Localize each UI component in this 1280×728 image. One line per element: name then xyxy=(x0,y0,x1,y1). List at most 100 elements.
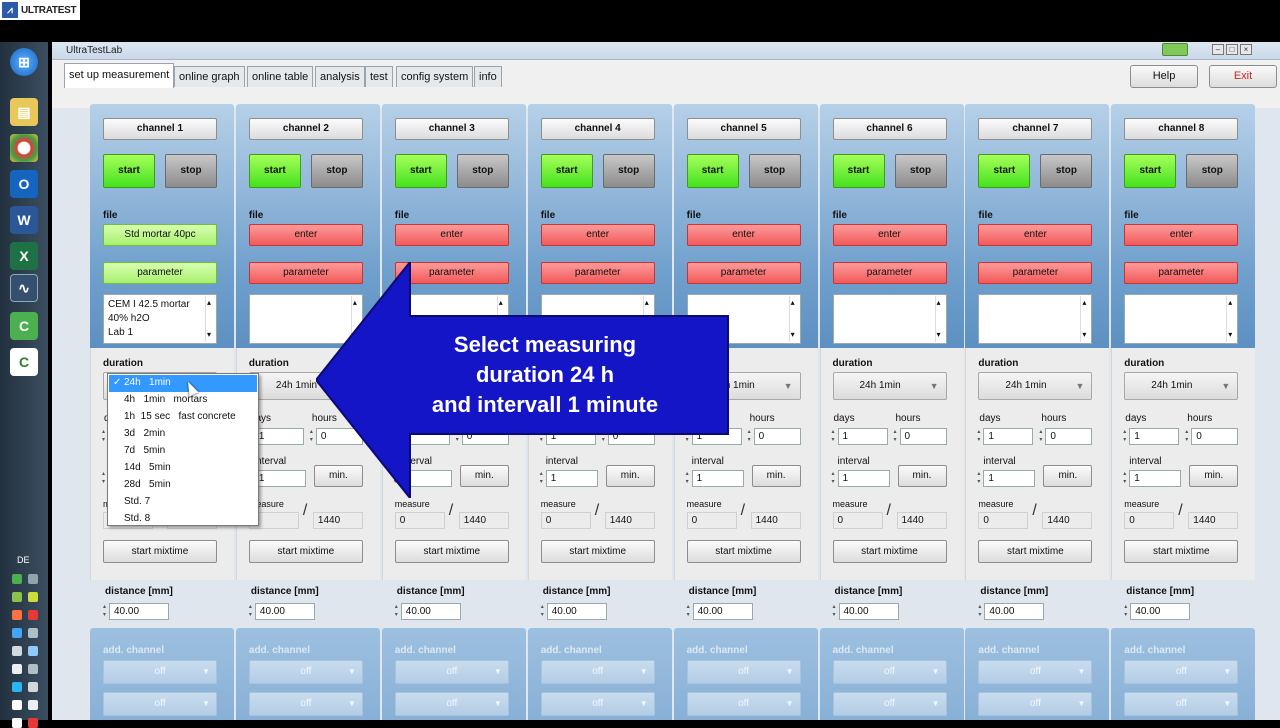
interval-input[interactable]: 1 xyxy=(837,470,890,487)
speaker-icon[interactable] xyxy=(28,628,38,638)
add-channel-select[interactable]: off ▼ xyxy=(832,660,947,684)
add-channel-select[interactable]: off ▼ xyxy=(103,660,217,684)
add-channel-select[interactable]: off ▼ xyxy=(394,692,509,716)
close-button[interactable]: × xyxy=(1240,44,1252,55)
start-mixtime-button[interactable]: start mixtime xyxy=(248,540,363,563)
file-button[interactable]: enter xyxy=(686,224,801,246)
add-channel-select[interactable]: off ▼ xyxy=(540,692,655,716)
hours-spinner[interactable]: ▴▾ xyxy=(1185,428,1190,445)
tab-test[interactable]: test xyxy=(365,66,393,87)
memo-scrollbar[interactable] xyxy=(1080,296,1090,342)
interval-spinner[interactable]: ▴▾ xyxy=(977,470,982,487)
add-channel-select[interactable]: off ▼ xyxy=(103,692,217,716)
tray-icon[interactable] xyxy=(12,700,22,710)
language-indicator[interactable]: DE xyxy=(17,555,30,565)
tab-online-table[interactable]: online table xyxy=(247,66,314,87)
channel-button[interactable]: channel 5 xyxy=(686,118,801,140)
notes-memo[interactable] xyxy=(978,294,1093,344)
camtasia-recorder-icon[interactable]: C xyxy=(10,348,38,376)
tray-icon[interactable] xyxy=(28,592,38,602)
memo-scrollbar[interactable] xyxy=(788,296,799,342)
interval-input[interactable]: 1 xyxy=(1129,470,1182,487)
tab-online-graph[interactable]: online graph xyxy=(174,66,245,87)
camtasia-icon[interactable]: C xyxy=(10,312,38,340)
hours-spinner[interactable]: ▴▾ xyxy=(1039,428,1044,445)
distance-input[interactable]: 40.00 xyxy=(1130,603,1191,620)
exit-button[interactable]: Exit xyxy=(1209,65,1277,88)
interval-unit-button[interactable]: min. xyxy=(751,465,801,487)
add-channel-select[interactable]: off ▼ xyxy=(1124,660,1239,684)
add-channel-select[interactable]: off ▼ xyxy=(248,692,363,716)
channel-button[interactable]: channel 3 xyxy=(394,118,509,140)
tray-icon[interactable] xyxy=(28,574,38,584)
file-button[interactable]: Std mortar 40pc xyxy=(103,224,217,246)
notes-memo[interactable] xyxy=(1124,294,1239,344)
start-mixtime-button[interactable]: start mixtime xyxy=(540,540,655,563)
stop-button[interactable]: stop xyxy=(602,154,655,188)
days-spinner[interactable]: ▴▾ xyxy=(1123,428,1128,445)
tab-set-up-measurement[interactable]: set up measurement xyxy=(64,63,175,88)
duration-option[interactable]: Std. 7 xyxy=(109,494,257,511)
add-channel-select[interactable]: off ▼ xyxy=(978,660,1093,684)
tray-icon[interactable] xyxy=(28,682,38,692)
excel-icon[interactable]: X xyxy=(10,242,38,270)
distance-spinner[interactable]: ▴ ▾ xyxy=(978,603,983,620)
add-channel-select[interactable]: off ▼ xyxy=(540,660,655,684)
distance-spinner[interactable]: ▴ ▾ xyxy=(249,603,254,620)
help-button[interactable]: Help xyxy=(1130,65,1198,88)
start-button[interactable]: start xyxy=(686,154,739,188)
tray-icon[interactable] xyxy=(12,646,22,656)
start-mixtime-button[interactable]: start mixtime xyxy=(686,540,801,563)
duration-option[interactable]: 28d 5min xyxy=(109,477,257,494)
word-icon[interactable]: W xyxy=(10,206,38,234)
distance-input[interactable]: 40.00 xyxy=(254,603,315,620)
stop-button[interactable]: stop xyxy=(748,154,801,188)
duration-dropdown-list[interactable]: ✓ 24h 1min 4h 1min mortars 1h 15 sec fast c… xyxy=(107,373,259,526)
distance-spinner[interactable]: ▴ ▾ xyxy=(833,603,838,620)
distance-spinner[interactable]: ▴ ▾ xyxy=(1124,603,1129,620)
window-minimize-button[interactable] xyxy=(1162,43,1188,56)
maximize-button[interactable]: □ xyxy=(1226,44,1238,55)
tab-config-system[interactable]: config system xyxy=(396,66,474,87)
chrome-icon[interactable] xyxy=(10,134,38,162)
interval-unit-button[interactable]: min. xyxy=(1189,465,1239,487)
network-icon[interactable] xyxy=(12,664,22,674)
duration-option[interactable]: 1h 15 sec fast concrete xyxy=(109,409,257,426)
duration-select[interactable]: 24h 1min ▼ xyxy=(978,372,1093,400)
memo-scrollbar[interactable] xyxy=(205,296,215,342)
start-mixtime-button[interactable]: start mixtime xyxy=(1124,540,1239,563)
add-channel-select[interactable]: off ▼ xyxy=(1124,692,1239,716)
channel-button[interactable]: channel 1 xyxy=(103,118,217,140)
file-button[interactable]: enter xyxy=(394,224,509,246)
start-button[interactable]: start xyxy=(1124,154,1177,188)
duration-select[interactable]: 24h 1min ▼ xyxy=(832,372,947,400)
stop-button[interactable]: stop xyxy=(1186,154,1239,188)
start-button[interactable]: start xyxy=(978,154,1031,188)
duration-option[interactable]: 4h 1min mortars xyxy=(109,392,257,409)
days-input[interactable]: 1 xyxy=(1129,428,1180,445)
tray-icon[interactable] xyxy=(12,592,22,602)
distance-spinner[interactable]: ▴ ▾ xyxy=(541,603,546,620)
start-mixtime-button[interactable]: start mixtime xyxy=(832,540,947,563)
stop-button[interactable]: stop xyxy=(165,154,217,188)
add-channel-select[interactable]: off ▼ xyxy=(978,692,1093,716)
tab-info[interactable]: info xyxy=(474,66,502,87)
add-channel-select[interactable]: off ▼ xyxy=(832,692,947,716)
stop-button[interactable]: stop xyxy=(456,154,509,188)
channel-button[interactable]: channel 2 xyxy=(248,118,363,140)
tray-icon[interactable] xyxy=(28,664,38,674)
start-orb-icon[interactable]: ⊞ xyxy=(10,48,38,76)
file-button[interactable]: enter xyxy=(540,224,655,246)
start-button[interactable]: start xyxy=(248,154,301,188)
stop-button[interactable]: stop xyxy=(1040,154,1093,188)
duration-option[interactable]: 3d 2min xyxy=(109,426,257,443)
channel-button[interactable]: channel 6 xyxy=(832,118,947,140)
minimize-button[interactable]: – xyxy=(1212,44,1224,55)
interval-spinner[interactable]: ▴▾ xyxy=(832,470,837,487)
interval-unit-button[interactable]: min. xyxy=(1043,465,1093,487)
interval-input[interactable]: 1 xyxy=(253,470,306,487)
hours-input[interactable]: 0 xyxy=(753,428,801,445)
hours-input[interactable]: 0 xyxy=(899,428,947,445)
days-input[interactable]: 1 xyxy=(983,428,1034,445)
tray-icon[interactable] xyxy=(12,610,22,620)
